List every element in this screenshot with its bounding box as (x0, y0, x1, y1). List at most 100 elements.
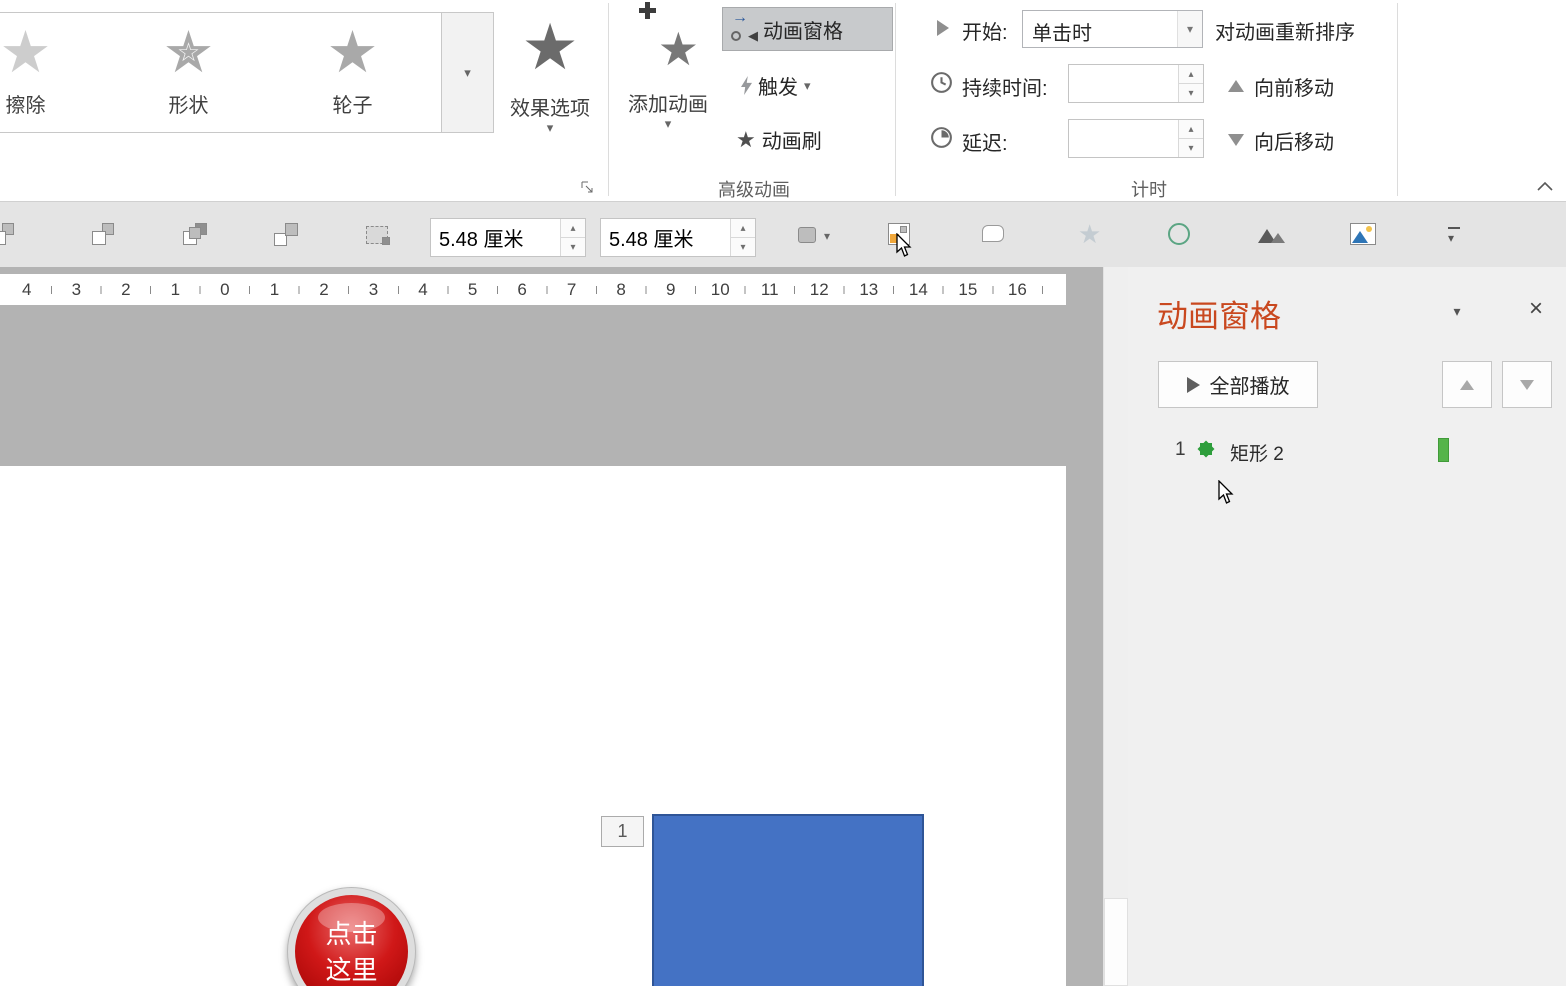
animation-list-item[interactable]: 1 矩形 2 (1128, 436, 1566, 465)
red-trigger-button-face[interactable]: 点击 这里 (295, 895, 408, 986)
collapse-ribbon-button[interactable] (1536, 180, 1554, 198)
dialog-launcher-icon[interactable] (580, 180, 595, 200)
shape-width-spinner[interactable]: ▴ ▾ (730, 219, 755, 256)
animation-painter-button[interactable]: ★ 动画刷 (736, 123, 862, 156)
shape-effects-icon[interactable]: ▾ (798, 223, 844, 249)
duration-input[interactable] (1069, 65, 1185, 102)
animation-painter-label: 动画刷 (762, 125, 822, 154)
animation-order-number: 1 (617, 821, 627, 842)
group-objects-icon[interactable] (274, 223, 300, 249)
delay-label: 延迟: (962, 127, 1008, 156)
mountains-icon[interactable] (1258, 223, 1284, 249)
combobox-chevron-icon[interactable]: ▾ (1177, 11, 1202, 47)
bring-forward-icon[interactable] (92, 223, 118, 249)
gallery-item-wipe[interactable]: ★ 擦除 (0, 17, 83, 129)
animation-pane-icon: → ◀ (731, 16, 757, 42)
delay-spinbox[interactable]: ▴ ▾ (1068, 119, 1204, 158)
blue-rectangle-shape[interactable] (652, 814, 924, 986)
callout-shape-icon[interactable] (982, 223, 1008, 249)
ruler-number: 12 (795, 274, 845, 305)
reorder-animation-label: 对动画重新排序 (1215, 16, 1355, 45)
slide-canvas[interactable]: 点击 这里 1 (0, 466, 1066, 986)
picture-placeholder-icon[interactable] (366, 223, 392, 249)
effect-options-button[interactable]: ★ 效果选项 ▾ (500, 4, 600, 135)
ruler-number: 6 (497, 274, 547, 305)
speaker-triangle-icon: ◀ (748, 28, 758, 44)
animation-timeline-bar[interactable] (1438, 438, 1449, 462)
timing-group-label: 计时 (1101, 176, 1197, 202)
animation-pane-button[interactable]: → ◀ 动画窗格 (722, 7, 893, 51)
spin-down-icon[interactable]: ▾ (1179, 139, 1203, 157)
oval-shape-icon[interactable] (1168, 223, 1194, 249)
spin-down-icon[interactable]: ▾ (1179, 84, 1203, 102)
insert-picture-icon[interactable] (1350, 223, 1376, 249)
duration-spinbox[interactable]: ▴ ▾ (1068, 64, 1204, 103)
chevron-down-icon: ▾ (665, 117, 672, 131)
move-later-button[interactable]: 向后移动 (1228, 124, 1334, 156)
shape-height-spinner[interactable]: ▴ ▾ (560, 219, 585, 256)
animation-order-badge[interactable]: 1 (601, 816, 644, 847)
scrollbar-thumb[interactable] (1104, 898, 1128, 986)
shape-height-input[interactable] (431, 219, 567, 256)
effect-options-star-icon: ★ (521, 4, 578, 90)
start-label: 开始: (962, 16, 1008, 45)
delay-input[interactable] (1069, 120, 1185, 157)
delay-clock-icon (929, 125, 954, 155)
effect-options-label: 效果选项 (510, 92, 590, 121)
red-trigger-button-shape[interactable]: 点击 这里 (287, 887, 416, 986)
trigger-label: 触发 (758, 71, 798, 100)
play-all-button[interactable]: 全部播放 (1158, 361, 1318, 408)
triangle-up-icon (1228, 80, 1244, 92)
horizontal-ruler[interactable]: 4 3 2 1 0 1 2 3 4 5 6 7 8 9 10 11 12 13 … (0, 274, 1066, 305)
animation-pane-title: 动画窗格 (1157, 291, 1281, 336)
send-backward-icon[interactable] (183, 223, 209, 249)
entrance-effect-star-icon (1198, 441, 1214, 457)
ruler-number: 15 (943, 274, 993, 305)
duration-label: 持续时间: (962, 72, 1048, 101)
ruler-number: 2 (299, 274, 349, 305)
spin-down-icon[interactable]: ▾ (561, 238, 585, 256)
add-animation-button[interactable]: ★ 添加动画 ▾ (616, 2, 720, 131)
clock-icon (731, 31, 741, 41)
shape-width-input[interactable] (601, 219, 737, 256)
animation-star-icon[interactable]: ★ (1078, 223, 1104, 249)
play-icon (1187, 377, 1200, 393)
spin-down-icon[interactable]: ▾ (731, 238, 755, 256)
plus-icon (639, 2, 656, 19)
move-earlier-button[interactable]: 向前移动 (1228, 70, 1334, 102)
group-separator (608, 3, 609, 196)
ruler-number: 1 (151, 274, 201, 305)
start-value-combobox[interactable]: 单击时 ▾ (1022, 10, 1203, 48)
spin-up-icon[interactable]: ▴ (1179, 65, 1203, 84)
start-play-icon (937, 20, 949, 36)
pane-move-up-button[interactable] (1442, 361, 1492, 408)
align-icon[interactable] (0, 223, 18, 249)
shape-inner-star-icon: ☆ (131, 37, 246, 68)
spin-up-icon[interactable]: ▴ (561, 219, 585, 238)
shape-width-field[interactable]: ▴ ▾ (600, 218, 756, 257)
duration-spinner[interactable]: ▴ ▾ (1178, 65, 1203, 102)
gallery-more-button[interactable]: ▾ (441, 12, 494, 133)
trigger-button[interactable]: 触发 ▾ (741, 69, 857, 102)
vertical-scrollbar[interactable] (1103, 267, 1128, 986)
animation-pane-panel: 动画窗格 ▾ × 全部播放 1 矩形 2 (1128, 267, 1566, 986)
pane-options-chevron-icon[interactable]: ▾ (1440, 299, 1474, 323)
blue-arrow-icon: → (732, 9, 748, 27)
drawing-tools-toolbar: ▴ ▾ ▴ ▾ ▾ ★ ▾ (0, 201, 1566, 267)
split-dropdown-icon[interactable]: ▾ (1446, 223, 1472, 249)
delay-spinner[interactable]: ▴ ▾ (1178, 120, 1203, 157)
lightning-icon (741, 76, 752, 95)
spin-up-icon[interactable]: ▴ (1179, 120, 1203, 139)
advanced-animation-group-label: 高级动画 (698, 176, 810, 202)
ruler-number: 10 (695, 274, 745, 305)
start-value: 单击时 (1032, 17, 1092, 46)
pane-move-down-button[interactable] (1502, 361, 1552, 408)
chevron-down-icon: ▾ (547, 121, 554, 135)
gallery-item-shape[interactable]: ★ ☆ 形状 (131, 17, 246, 129)
pane-close-button[interactable]: × (1520, 293, 1552, 325)
animation-pane-label: 动画窗格 (763, 15, 843, 44)
shape-height-field[interactable]: ▴ ▾ (430, 218, 586, 257)
ruler-number: 11 (745, 274, 795, 305)
spin-up-icon[interactable]: ▴ (731, 219, 755, 238)
gallery-item-wheel[interactable]: ★ 轮子 (295, 17, 410, 129)
